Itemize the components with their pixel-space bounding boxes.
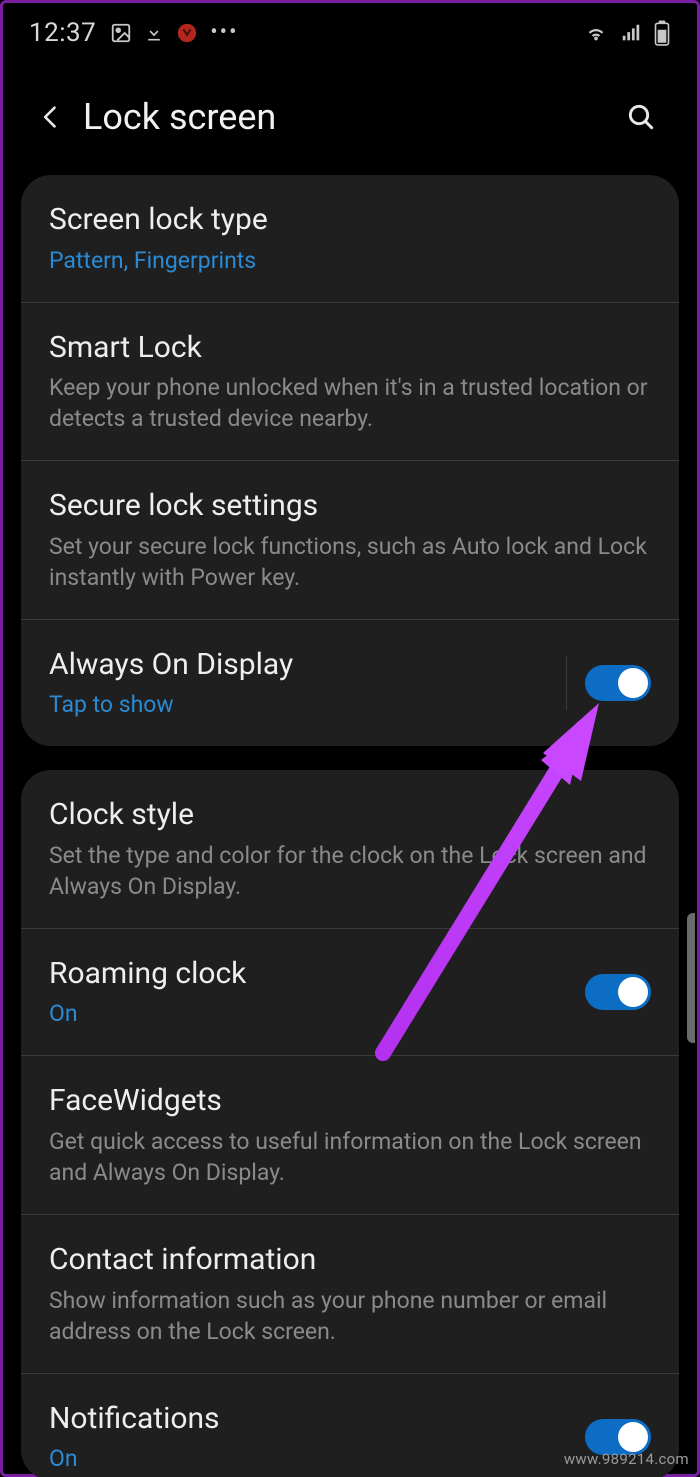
wifi-icon: [583, 22, 609, 44]
status-bar: 12:37 •••: [3, 3, 697, 59]
item-title: Contact information: [49, 1241, 651, 1279]
watermark: www.989214.com: [564, 1450, 689, 1468]
item-title: Roaming clock: [49, 955, 567, 993]
item-smart-lock[interactable]: Smart Lock Keep your phone unlocked when…: [21, 302, 679, 461]
item-title: Always On Display: [49, 646, 548, 684]
image-icon: [110, 22, 132, 44]
item-title: Clock style: [49, 796, 651, 834]
signal-icon: [619, 22, 643, 44]
item-title: FaceWidgets: [49, 1082, 651, 1120]
status-time: 12:37: [29, 18, 96, 48]
item-subtitle: Tap to show: [49, 689, 548, 720]
item-secure-lock-settings[interactable]: Secure lock settings Set your secure loc…: [21, 460, 679, 619]
item-subtitle: Get quick access to useful information o…: [49, 1126, 651, 1188]
item-facewidgets[interactable]: FaceWidgets Get quick access to useful i…: [21, 1055, 679, 1214]
item-roaming-clock[interactable]: Roaming clock On: [21, 928, 679, 1056]
status-system-icons: [583, 20, 671, 46]
item-subtitle: Set your secure lock functions, such as …: [49, 531, 651, 593]
item-subtitle: Set the type and color for the clock on …: [49, 840, 651, 902]
item-always-on-display[interactable]: Always On Display Tap to show: [21, 619, 679, 747]
item-contact-information[interactable]: Contact information Show information suc…: [21, 1214, 679, 1373]
divider: [566, 656, 567, 710]
status-notification-icons: •••: [110, 22, 238, 44]
page-header: Lock screen: [3, 59, 697, 175]
item-subtitle: Show information such as your phone numb…: [49, 1285, 651, 1347]
item-subtitle: On: [49, 1443, 567, 1474]
download-icon: [144, 22, 164, 44]
item-clock-style[interactable]: Clock style Set the type and color for t…: [21, 770, 679, 928]
settings-groups: Screen lock type Pattern, Fingerprints S…: [3, 175, 697, 1477]
settings-group: Screen lock type Pattern, Fingerprints S…: [21, 175, 679, 746]
item-subtitle: On: [49, 998, 567, 1029]
status-left: 12:37 •••: [29, 18, 239, 48]
item-subtitle: Keep your phone unlocked when it's in a …: [49, 372, 651, 434]
app-badge-icon: [176, 22, 198, 44]
scrollbar-thumb[interactable]: [687, 913, 695, 1043]
search-icon: [625, 101, 657, 133]
back-button[interactable]: [23, 89, 79, 145]
item-screen-lock-type[interactable]: Screen lock type Pattern, Fingerprints: [21, 175, 679, 302]
battery-icon: [653, 20, 671, 46]
settings-group: Clock style Set the type and color for t…: [21, 770, 679, 1477]
always-on-display-toggle[interactable]: [585, 665, 651, 701]
page-title: Lock screen: [83, 96, 276, 138]
item-subtitle: Pattern, Fingerprints: [49, 245, 651, 276]
chevron-left-icon: [37, 103, 65, 131]
item-title: Notifications: [49, 1400, 567, 1438]
search-button[interactable]: [613, 89, 669, 145]
item-title: Secure lock settings: [49, 487, 651, 525]
roaming-clock-toggle[interactable]: [585, 974, 651, 1010]
item-title: Smart Lock: [49, 329, 651, 367]
item-title: Screen lock type: [49, 201, 651, 239]
more-notifications-icon: •••: [210, 22, 238, 44]
